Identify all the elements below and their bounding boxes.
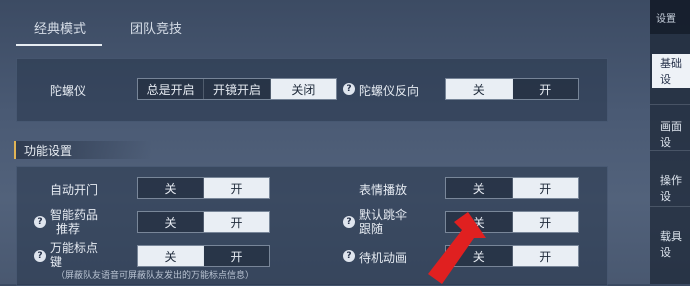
auto-door-toggle: 关 开 [137, 177, 270, 199]
marker-hint-text: （屏蔽队友语音可屏蔽队友发出的万能标点信息） [56, 271, 255, 281]
red-arrow-annotation [428, 212, 486, 284]
parachute-label: 默认跳伞 跟随 [359, 208, 408, 236]
gyro-reverse-toggle: 关 开 [445, 78, 579, 100]
side-divider [650, 150, 690, 151]
gyro-reverse-off[interactable]: 关 [446, 79, 513, 99]
marker-label: 万能标点 键 [50, 241, 99, 269]
active-tab-underline [16, 44, 102, 46]
smart-med-label: 智能药品 推荐 [50, 208, 99, 236]
smart-med-on[interactable]: 开 [204, 212, 269, 232]
side-item-controls[interactable]: 操作设 [660, 172, 690, 204]
help-icon[interactable]: ? [34, 250, 46, 262]
gyro-reverse-label: 陀螺仪反向 [359, 84, 420, 98]
tab-classic-mode[interactable]: 经典模式 [34, 18, 86, 37]
idle-label: 待机动画 [359, 251, 408, 265]
gyro-label: 陀螺仪 [50, 84, 87, 98]
gyro-reverse-on[interactable]: 开 [512, 79, 578, 99]
emote-off[interactable]: 关 [446, 178, 513, 198]
parachute-on[interactable]: 开 [512, 212, 578, 232]
side-item-graphics[interactable]: 画面设 [660, 118, 690, 150]
section-title: 功能设置 [24, 144, 73, 158]
smart-med-off[interactable]: 关 [138, 212, 204, 232]
side-item-vehicle[interactable]: 载具设 [660, 228, 690, 260]
help-icon[interactable]: ? [343, 83, 355, 95]
gyro-option-off[interactable]: 关闭 [270, 79, 336, 99]
marker-on[interactable]: 开 [204, 246, 269, 266]
auto-door-off[interactable]: 关 [138, 178, 204, 198]
smart-med-toggle: 关 开 [137, 211, 270, 233]
emote-on[interactable]: 开 [512, 178, 578, 198]
side-menu-title: 设置 [656, 14, 676, 25]
emote-toggle: 关 开 [445, 177, 579, 199]
marker-off[interactable]: 关 [138, 246, 204, 266]
emote-label: 表情播放 [359, 183, 408, 197]
help-icon[interactable]: ? [343, 250, 355, 262]
gyro-option-always[interactable]: 总是开启 [138, 79, 205, 99]
tab-team-deathmatch[interactable]: 团队竞技 [130, 18, 182, 37]
auto-door-label: 自动开门 [50, 183, 99, 197]
help-icon[interactable]: ? [343, 216, 355, 228]
help-icon[interactable]: ? [34, 216, 46, 228]
side-divider [650, 206, 690, 207]
idle-on[interactable]: 开 [512, 246, 578, 266]
marker-toggle: 关 开 [137, 245, 270, 267]
side-divider [650, 104, 690, 105]
side-item-basic[interactable]: 基础设 [652, 54, 690, 88]
gyro-selector: 总是开启 开镜开启 关闭 [137, 78, 337, 100]
gyro-option-scope[interactable]: 开镜开启 [204, 79, 271, 99]
auto-door-on[interactable]: 开 [204, 178, 269, 198]
